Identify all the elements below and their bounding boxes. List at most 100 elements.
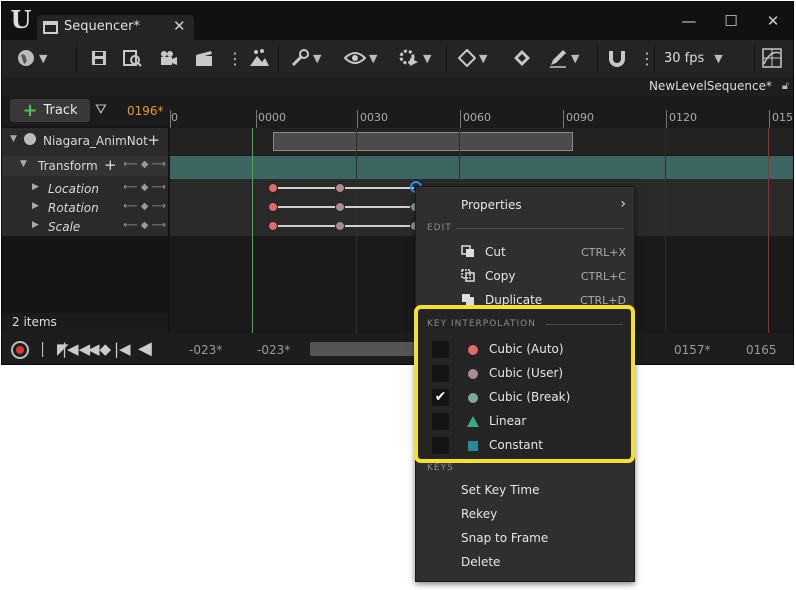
maximize-button[interactable]: ☐: [719, 10, 743, 32]
playback-options-dropdown[interactable]: ▼: [398, 46, 431, 70]
tab-sequencer[interactable]: Sequencer* ✕: [37, 15, 194, 40]
clapper-button[interactable]: [194, 46, 214, 70]
unreal-logo-icon: U: [10, 5, 32, 34]
copy-shortcut: CTRL+C: [580, 270, 626, 283]
curve-editor-button[interactable]: [762, 46, 782, 70]
menu-item-delete[interactable]: Delete: [416, 550, 634, 574]
scale-label: Scale: [48, 220, 81, 234]
working-start-time[interactable]: -023*: [257, 343, 290, 357]
checkbox[interactable]: [432, 341, 449, 358]
world-icon: [18, 50, 34, 66]
wrench-icon: [291, 49, 309, 67]
browse-button[interactable]: [122, 46, 142, 70]
gear-play-icon: [399, 49, 418, 66]
menu-item-linear[interactable]: Linear: [426, 410, 628, 434]
autokey-button[interactable]: [512, 46, 532, 70]
tick-label: 015: [772, 111, 793, 124]
add-icon[interactable]: +: [104, 156, 117, 174]
key-nav-controls[interactable]: ⟵ ◆ ⟶: [123, 182, 166, 193]
expand-arrow-icon[interactable]: ▶: [32, 220, 39, 230]
scale-track[interactable]: ▶ Scale ⟵ ◆ ⟶: [2, 217, 168, 236]
rotation-track[interactable]: ▶ Rotation ⟵ ◆ ⟶: [2, 198, 168, 217]
constant-key-icon: [468, 441, 478, 451]
fps-dropdown[interactable]: 30 fps ▼: [664, 46, 723, 70]
keyframe[interactable]: [335, 221, 345, 231]
more-options-button[interactable]: ⋮: [227, 46, 243, 70]
snap-toggle[interactable]: [607, 46, 627, 70]
play-reverse-icon[interactable]: ◀: [138, 338, 152, 359]
view-start-time[interactable]: -023*: [189, 343, 222, 357]
edit-mode-dropdown[interactable]: ▼: [548, 46, 579, 70]
filter-icon[interactable]: ⛛: [95, 102, 107, 118]
camera-button[interactable]: [158, 46, 178, 70]
world-dropdown[interactable]: ▼: [16, 46, 47, 70]
menu-item-cubic-user[interactable]: Cubic (User): [426, 362, 628, 386]
copy-icon: [461, 269, 475, 282]
current-frame[interactable]: 0196*: [127, 104, 164, 118]
view-dropdown[interactable]: ▼: [344, 46, 377, 70]
clapper-icon: [43, 21, 58, 34]
keyframe[interactable]: [268, 221, 278, 231]
view-end-time[interactable]: 0165: [746, 343, 777, 357]
tick-label: 0030: [360, 111, 388, 124]
collapse-arrow-icon[interactable]: ▼: [10, 134, 17, 144]
menu-item-constant[interactable]: Constant: [426, 434, 628, 458]
linear-label: Linear: [489, 414, 527, 428]
previous-key-icon[interactable]: ◀◆: [88, 340, 111, 358]
plus-icon: +: [22, 99, 38, 121]
checkbox[interactable]: [432, 365, 449, 382]
expand-arrow-icon[interactable]: ▶: [32, 182, 39, 192]
checkbox[interactable]: [432, 413, 449, 430]
playback-start-line[interactable]: [252, 128, 253, 333]
animation-section[interactable]: [273, 132, 573, 151]
tab-close-icon[interactable]: ✕: [173, 17, 186, 35]
lock-icon[interactable]: 🔓︎: [782, 79, 789, 93]
sequence-name[interactable]: NewLevelSequence*: [649, 79, 772, 93]
previous-frame-icon[interactable]: |◀◀: [62, 340, 90, 358]
grid-line: [356, 128, 357, 333]
location-track[interactable]: ▶ Location ⟵ ◆ ⟶: [2, 179, 168, 198]
menu-item-properties[interactable]: Properties ›: [416, 193, 634, 217]
minimize-button[interactable]: —: [677, 10, 701, 32]
actor-track[interactable]: ▼ Niagara_AnimNot +: [2, 131, 168, 150]
key-nav-controls[interactable]: ⟵ ◆ ⟶: [123, 201, 166, 212]
save-button[interactable]: [90, 46, 108, 70]
menu-item-set-key-time[interactable]: Set Key Time: [416, 478, 634, 502]
toolbar-divider: [597, 46, 598, 72]
snap-options-button[interactable]: ⋮: [639, 46, 655, 70]
record-button[interactable]: [11, 341, 29, 359]
checkbox[interactable]: [432, 437, 449, 454]
working-end-time[interactable]: 0157*: [674, 343, 711, 357]
key-nav-controls[interactable]: ⟵ ◆ ⟶: [123, 220, 166, 231]
keyframe[interactable]: [268, 202, 278, 212]
keyframe[interactable]: [335, 202, 345, 212]
clapper-icon: [196, 51, 212, 66]
expand-arrow-icon[interactable]: ▶: [32, 201, 39, 211]
transport-bar: ⎸◤ |◀◀ ◀◆ |◀ ◀ -023* -023* 0157* 0165: [2, 333, 793, 364]
key-nav-controls[interactable]: ⟵ ◆ ⟶: [123, 159, 166, 170]
render-button[interactable]: [248, 46, 270, 70]
menu-item-snap-to-frame[interactable]: Snap to Frame: [416, 526, 634, 550]
cubic-user-key-icon: [468, 369, 478, 379]
menu-item-copy[interactable]: Copy CTRL+C: [416, 264, 634, 288]
transform-track[interactable]: ▼ Transform + ⟵ ◆ ⟶: [2, 156, 168, 176]
keyframe[interactable]: [335, 183, 345, 193]
collapse-arrow-icon[interactable]: ▼: [20, 159, 27, 169]
close-button[interactable]: ✕: [761, 10, 785, 32]
menu-item-cubic-break[interactable]: ✔ Cubic (Break): [426, 386, 628, 410]
key-dropdown[interactable]: ▼: [458, 46, 487, 70]
menu-item-cubic-auto[interactable]: Cubic (Auto): [426, 338, 628, 362]
playback-end-line[interactable]: [768, 128, 769, 333]
step-back-icon[interactable]: |◀: [114, 340, 131, 358]
add-icon[interactable]: +: [147, 131, 160, 149]
checkmark-icon[interactable]: ✔: [432, 389, 449, 406]
add-track-button[interactable]: + Track: [10, 99, 90, 122]
rekey-label: Rekey: [461, 507, 498, 521]
keyframe[interactable]: [268, 183, 278, 193]
time-ruler[interactable]: 0 0000 0030 0060 0090 0120 015: [170, 96, 793, 128]
toolbar-divider: [446, 46, 447, 72]
tools-dropdown[interactable]: ▼: [290, 46, 321, 70]
menu-item-rekey[interactable]: Rekey: [416, 502, 634, 526]
menu-item-cut[interactable]: Cut CTRL+X: [416, 240, 634, 264]
timeline-scrollbar[interactable]: [310, 342, 420, 356]
